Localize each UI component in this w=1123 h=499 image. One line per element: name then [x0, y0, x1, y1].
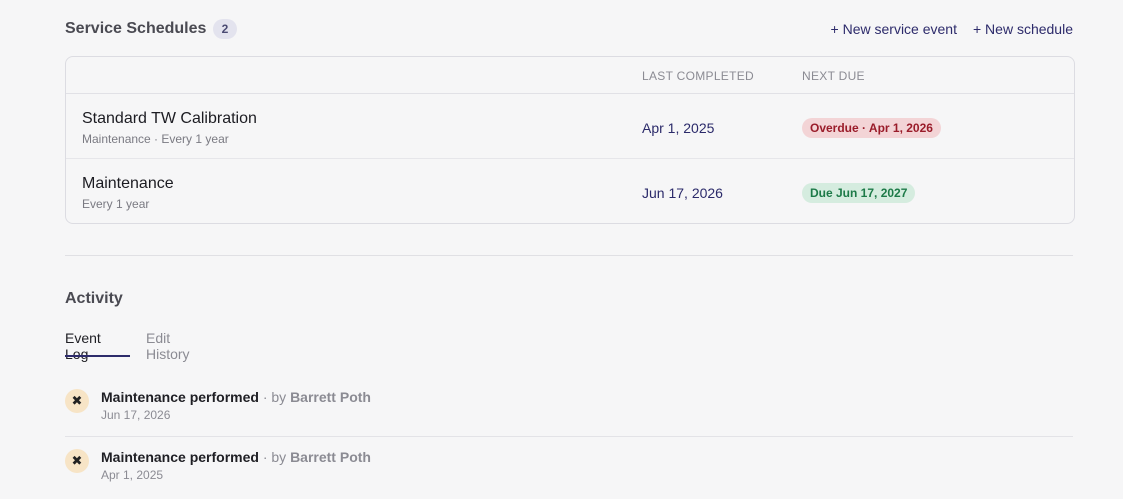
table-row[interactable]: Standard TW Calibration Maintenance · Ev… [66, 94, 1074, 159]
event-action: Maintenance performed [101, 389, 259, 405]
active-tab-indicator [65, 355, 130, 357]
event-by: · by [258, 389, 291, 405]
event-date: Jun 17, 2026 [101, 408, 171, 422]
schedules-table: LAST COMPLETED NEXT DUE Standard TW Cali… [65, 56, 1075, 224]
last-completed-date: Apr 1, 2025 [642, 120, 715, 136]
new-schedule-button[interactable]: + New schedule [973, 18, 1073, 40]
table-header: LAST COMPLETED NEXT DUE [66, 57, 1074, 94]
column-last-completed: LAST COMPLETED [642, 69, 755, 83]
event-date: Apr 1, 2025 [101, 468, 164, 482]
event-text: Maintenance performed · by Barrett Poth [101, 389, 371, 405]
tab-edit-history[interactable]: Edit History [146, 330, 190, 362]
section-divider [65, 255, 1073, 256]
event-user: Barrett Poth [290, 449, 371, 465]
count-badge: 2 [213, 19, 237, 39]
section-title: Service Schedules [65, 20, 207, 37]
list-item: ✖ Maintenance performed · by Barrett Pot… [65, 440, 1073, 496]
activity-title: Activity [65, 290, 123, 307]
tab-event-log[interactable]: Event Log [65, 330, 101, 362]
status-badge: Due Jun 17, 2027 [802, 183, 916, 203]
list-item: ✖ Maintenance performed · by Barrett Pot… [65, 380, 1073, 437]
event-text: Maintenance performed · by Barrett Poth [101, 449, 371, 465]
event-action: Maintenance performed [101, 449, 259, 465]
header-actions: + New service event + New schedule [831, 18, 1073, 40]
schedule-name[interactable]: Maintenance [82, 175, 174, 193]
schedule-subtitle: Maintenance · Every 1 year [82, 132, 229, 146]
tools-icon: ✖ [65, 449, 89, 473]
status-badge: Overdue · Apr 1, 2026 [802, 118, 941, 138]
column-next-due: NEXT DUE [802, 69, 865, 83]
last-completed-date: Jun 17, 2026 [642, 185, 723, 201]
event-by: · by [258, 449, 291, 465]
tools-icon: ✖ [65, 389, 89, 413]
schedule-name[interactable]: Standard TW Calibration [82, 110, 257, 128]
event-user: Barrett Poth [290, 389, 371, 405]
service-schedules-header: Service Schedules 2 + New service event … [65, 18, 1073, 40]
new-service-event-button[interactable]: + New service event [831, 18, 957, 40]
schedule-subtitle: Every 1 year [82, 197, 150, 211]
table-row[interactable]: Maintenance Every 1 year Jun 17, 2026 Du… [66, 159, 1074, 223]
